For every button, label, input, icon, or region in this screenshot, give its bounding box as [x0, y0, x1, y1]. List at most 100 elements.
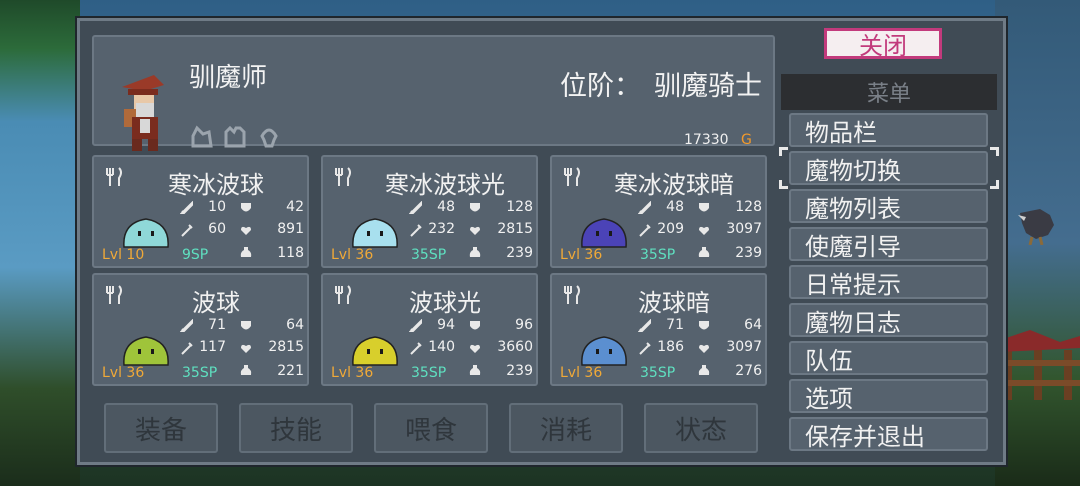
staff-icon [410, 224, 422, 237]
fork-knife-icon [335, 285, 351, 304]
tab-status[interactable]: 状态 [644, 403, 758, 453]
shield-icon [241, 321, 251, 330]
monster-stat-atk: 10 [208, 199, 226, 215]
shield-icon [699, 321, 709, 330]
pot-icon [469, 365, 481, 375]
player-avatar [122, 75, 164, 151]
player-name: 驯魔师 [189, 63, 268, 93]
selection-cursor-bottom-right [990, 180, 999, 189]
shield-icon [699, 203, 709, 212]
background-left [0, 0, 80, 486]
slime-monster-sprite [123, 218, 169, 248]
monster-stat-def: 128 [735, 199, 762, 215]
pot-icon [240, 365, 252, 375]
monster-stat-matk: 60 [208, 221, 226, 237]
monster-card[interactable]: 波球 Lvl 36 35SP 71 64 117 2815 221 [92, 273, 309, 386]
menu-item-monster-list[interactable]: 魔物列表 [789, 189, 988, 223]
menu-item-daily-tips[interactable]: 日常提示 [789, 265, 988, 299]
monster-stat-def: 42 [286, 199, 304, 215]
tab-feed[interactable]: 喂食 [374, 403, 488, 453]
monster-stat-atk: 48 [437, 199, 455, 215]
selection-cursor-top-right [990, 147, 999, 156]
monster-stat-mana: 221 [277, 363, 304, 379]
fork-knife-icon [564, 167, 580, 186]
gold-amount: 17330 [684, 132, 729, 148]
selection-cursor-top-left [779, 147, 788, 156]
party-monster-icon-2 [224, 125, 246, 148]
staff-icon [181, 342, 193, 355]
menu-item-inventory[interactable]: 物品栏 [789, 113, 988, 147]
staff-icon [639, 342, 651, 355]
monster-stat-matk: 117 [199, 339, 226, 355]
sword-icon [409, 319, 422, 332]
monster-level: Lvl 36 [102, 365, 145, 381]
close-button[interactable]: 关闭 [824, 28, 942, 60]
sword-icon [638, 201, 651, 214]
tab-equipment[interactable]: 装备 [104, 403, 218, 453]
monster-card[interactable]: 寒冰波球暗 Lvl 36 35SP 48 128 209 3097 239 [550, 155, 767, 268]
monster-name: 寒冰波球 [168, 171, 264, 199]
menu-item-party[interactable]: 队伍 [789, 341, 988, 375]
pot-icon [240, 247, 252, 257]
sword-icon [180, 319, 193, 332]
sword-icon [638, 319, 651, 332]
heart-icon [241, 226, 251, 235]
monster-stat-atk: 71 [666, 317, 684, 333]
rank-label: 位阶： [560, 71, 641, 102]
fork-knife-icon [106, 167, 122, 186]
tab-skills[interactable]: 技能 [239, 403, 353, 453]
menu-item-monster-switch[interactable]: 魔物切换 [789, 151, 988, 185]
menu-title: 菜单 [781, 74, 997, 110]
monster-card[interactable]: 寒冰波球 Lvl 10 9SP 10 42 60 891 118 [92, 155, 309, 268]
monster-stat-hp: 3660 [497, 339, 533, 355]
monster-level: Lvl 36 [331, 365, 374, 381]
heart-icon [470, 344, 480, 353]
monster-stat-atk: 48 [666, 199, 684, 215]
monster-card[interactable]: 波球光 Lvl 36 35SP 94 96 140 3660 239 [321, 273, 538, 386]
monster-stat-hp: 891 [277, 221, 304, 237]
monster-stat-def: 64 [744, 317, 762, 333]
gold-icon: G [741, 132, 752, 148]
slime-monster-sprite [123, 336, 169, 366]
shield-icon [470, 321, 480, 330]
party-monster-icon-3 [260, 128, 278, 148]
shield-icon [241, 203, 251, 212]
menu-item-monster-log[interactable]: 魔物日志 [789, 303, 988, 337]
monster-card[interactable]: 寒冰波球光 Lvl 36 35SP 48 128 232 2815 239 [321, 155, 538, 268]
slime-monster-sprite [581, 218, 627, 248]
monster-stat-matk: 232 [428, 221, 455, 237]
tab-consume[interactable]: 消耗 [509, 403, 623, 453]
monster-stat-hp: 2815 [268, 339, 304, 355]
selection-cursor-bottom-left [779, 180, 788, 189]
monster-stat-matk: 209 [657, 221, 684, 237]
monster-stat-atk: 94 [437, 317, 455, 333]
monster-stat-mana: 118 [277, 245, 304, 261]
monster-card[interactable]: 波球暗 Lvl 36 35SP 71 64 186 3097 276 [550, 273, 767, 386]
monster-name: 波球 [192, 289, 240, 317]
fork-knife-icon [564, 285, 580, 304]
monster-stat-def: 64 [286, 317, 304, 333]
monster-name: 波球光 [409, 289, 481, 317]
monster-skill-points: 35SP [640, 247, 676, 263]
monster-stat-def: 128 [506, 199, 533, 215]
fork-knife-icon [106, 285, 122, 304]
staff-icon [181, 224, 193, 237]
party-monster-icon-1 [191, 125, 213, 148]
monster-stat-mana: 239 [506, 363, 533, 379]
rank-value: 驯魔骑士 [654, 71, 762, 102]
menu-item-options[interactable]: 选项 [789, 379, 988, 413]
monster-stat-def: 96 [515, 317, 533, 333]
heart-icon [241, 344, 251, 353]
monster-level: Lvl 36 [331, 247, 374, 263]
monster-skill-points: 9SP [182, 247, 209, 263]
monster-level: Lvl 36 [560, 365, 603, 381]
slime-monster-sprite [581, 336, 627, 366]
menu-item-save-and-quit[interactable]: 保存并退出 [789, 417, 988, 451]
monster-name: 寒冰波球光 [385, 171, 505, 199]
pot-icon [469, 247, 481, 257]
menu-item-familiar-guide[interactable]: 使魔引导 [789, 227, 988, 261]
sword-icon [409, 201, 422, 214]
monster-stat-matk: 140 [428, 339, 455, 355]
monster-stat-hp: 3097 [726, 339, 762, 355]
bird-creature-sprite [1018, 209, 1054, 245]
